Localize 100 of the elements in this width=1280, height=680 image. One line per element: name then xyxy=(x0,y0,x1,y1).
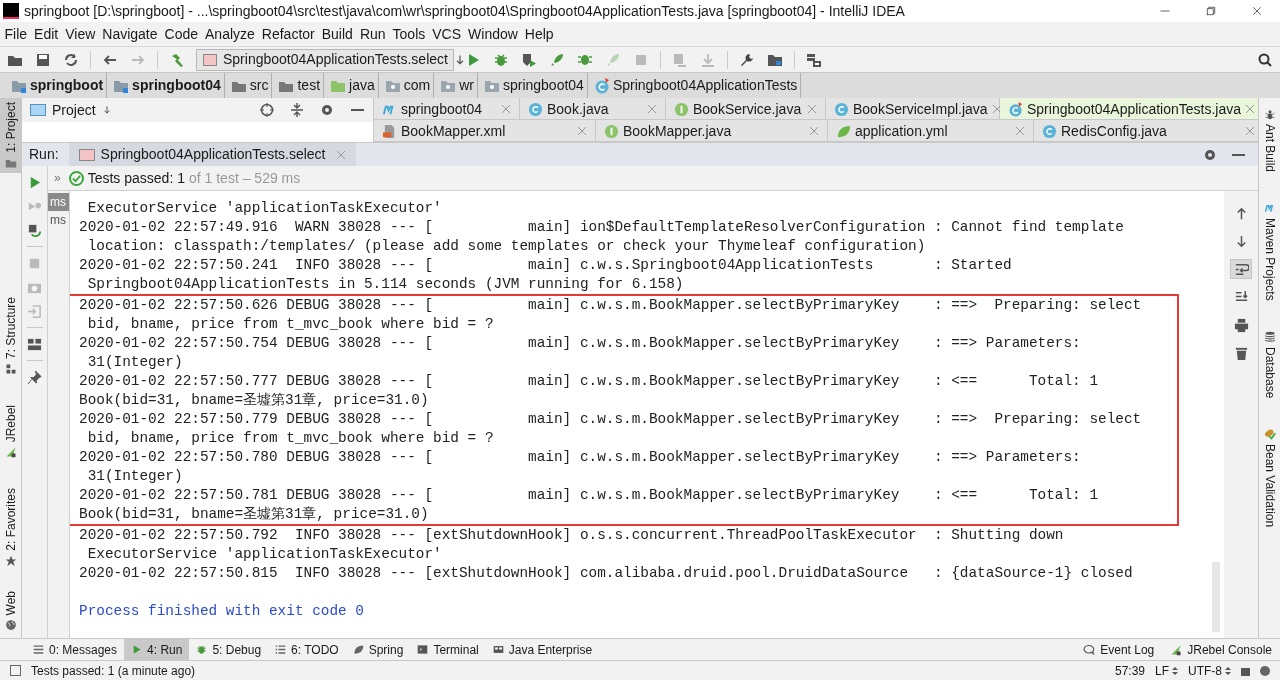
test-toggle-button[interactable] xyxy=(26,222,43,238)
project-view-dropdown[interactable]: Project xyxy=(30,99,112,121)
editor-tab[interactable]: Book.java xyxy=(520,98,666,119)
menu-item[interactable]: Run xyxy=(356,23,390,45)
tool-window-tab[interactable]: 5: Debug xyxy=(189,638,269,661)
close-icon[interactable] xyxy=(1015,126,1025,136)
soft-wrap-icon xyxy=(1233,261,1249,277)
side-tool-tab[interactable]: 1: Project xyxy=(0,98,21,173)
chat-bubble-icon xyxy=(1083,643,1096,656)
side-tool-tab[interactable]: JRebel xyxy=(0,400,21,463)
scrollbar-thumb[interactable] xyxy=(1212,562,1220,632)
console-line: 2020-01-02 22:57:50.780 DEBUG 38028 --- [ main] c.w.s.m.BookMapper.selectByPrimaryKey : ==> Parameters: xyxy=(79,448,1082,467)
tool-window-tab[interactable]: 0: Messages xyxy=(26,638,125,661)
crosshair-button[interactable] xyxy=(259,102,275,118)
menu-item[interactable]: Analyze xyxy=(201,23,259,45)
menu-item[interactable]: View xyxy=(61,23,99,45)
editor-tab[interactable]: BookService.java xyxy=(666,98,826,119)
class-icon xyxy=(593,77,610,94)
console-line: Process finished with exit code 0 xyxy=(79,602,365,621)
gear-button[interactable] xyxy=(319,102,335,118)
breadcrumb-item[interactable]: Springboot04ApplicationTests xyxy=(612,75,798,96)
run-tab[interactable]: Springboot04ApplicationTests.select xyxy=(68,143,356,166)
menu-item[interactable]: File xyxy=(1,23,31,45)
close-icon[interactable] xyxy=(577,126,587,136)
close-icon[interactable] xyxy=(809,126,819,136)
editor-tab[interactable]: RedisConfig.java xyxy=(1034,120,1258,141)
shield-play-icon xyxy=(521,51,537,68)
editor-tab[interactable]: Springboot04ApplicationTests.java xyxy=(1000,98,1258,119)
menu-item[interactable]: Edit xyxy=(30,23,62,45)
bug-icon xyxy=(196,644,208,655)
tool-window-tab[interactable]: 4: Run xyxy=(124,638,190,661)
tool-window-tab[interactable]: Spring xyxy=(345,638,411,661)
tool-window-tab[interactable]: Java Enterprise xyxy=(485,638,600,661)
console-line: Book(bid=31, bname=圣墟第31章, price=31.0) xyxy=(79,505,430,524)
test-tree-item[interactable]: ms xyxy=(48,211,69,229)
tool-window-tab[interactable]: 6: TODO xyxy=(268,638,346,661)
editor-tab[interactable]: application.yml xyxy=(828,120,1034,141)
console-line: 31(Integer) xyxy=(86,467,184,486)
editor-tab[interactable]: BookMapper.java xyxy=(596,120,828,141)
layout-button[interactable] xyxy=(26,336,43,352)
side-tool-tab[interactable]: Maven Projects xyxy=(1259,202,1280,301)
editor-tab[interactable]: BookServiceImpl.java xyxy=(826,98,1000,119)
breadcrumb-item[interactable]: test xyxy=(297,75,321,96)
side-tool-tab[interactable]: Bean Validation xyxy=(1259,428,1280,528)
tool-window-tab[interactable]: Event Log xyxy=(1075,638,1163,661)
collapse-button[interactable] xyxy=(289,102,305,118)
breadcrumb-item[interactable]: com xyxy=(403,75,431,96)
breadcrumb-item[interactable]: springboot xyxy=(30,75,104,96)
stack-icon xyxy=(806,51,822,68)
menu-item[interactable]: VCS xyxy=(428,23,465,45)
encoding-selector[interactable]: UTF-8 xyxy=(1188,661,1231,680)
side-tool-tab[interactable]: 7: Structure xyxy=(0,292,21,379)
breadcrumb-item[interactable]: springboot04 xyxy=(132,75,221,96)
bean-check-icon xyxy=(1263,428,1276,441)
menu-item[interactable]: Tools xyxy=(389,23,429,45)
side-tool-tab[interactable]: Web xyxy=(0,586,21,636)
console-line: 2020-01-02 22:57:49.916 WARN 38028 --- [ main] ion$DefaultTemplateResolverConfiguration : Cannot find template xyxy=(79,218,1125,237)
window-icon xyxy=(30,104,46,116)
breadcrumb-item[interactable]: springboot04 xyxy=(502,75,584,96)
console-line: bid, bname, price from t_mvc_book where bid = ? xyxy=(86,315,495,334)
tool-window-tab[interactable]: Terminal xyxy=(410,638,486,661)
close-icon[interactable] xyxy=(335,149,346,160)
close-icon[interactable] xyxy=(807,104,817,114)
close-icon[interactable] xyxy=(1245,126,1255,136)
line-separator-selector[interactable]: LF xyxy=(1155,661,1178,680)
class-icon xyxy=(1042,123,1057,139)
cursor-position[interactable]: 57:39 xyxy=(1114,661,1145,680)
menu-item[interactable]: Refactor xyxy=(258,23,319,45)
test-summary: of 1 test – 529 ms xyxy=(188,168,301,188)
console-line: 2020-01-02 22:57:50.754 DEBUG 38028 --- [ main] c.w.s.m.BookMapper.selectByPrimaryKey : ==> Parameters: xyxy=(79,334,1082,353)
panel-title: Run: xyxy=(29,145,59,164)
menu-item[interactable]: Code xyxy=(161,23,202,45)
side-tool-tab[interactable]: Database xyxy=(1259,330,1280,399)
status-message: Tests passed: 1 (a minute ago) xyxy=(31,662,196,680)
play-icon xyxy=(131,644,143,655)
breadcrumb-item[interactable]: java xyxy=(349,75,375,96)
leaf-icon xyxy=(352,644,364,655)
side-tool-tab[interactable]: Ant Build xyxy=(1259,108,1280,173)
tool-window-tab[interactable]: JRebel Console xyxy=(1162,638,1280,661)
editor-tab[interactable]: BookMapper.xml xyxy=(374,120,596,141)
menu-item[interactable]: Navigate xyxy=(98,23,162,45)
panel-toggle-icon[interactable] xyxy=(10,665,21,676)
menu-item[interactable]: Window xyxy=(464,23,522,45)
import-icon xyxy=(27,303,42,319)
close-icon[interactable] xyxy=(647,104,657,114)
close-icon[interactable] xyxy=(1245,104,1256,114)
editor-tab[interactable]: springboot04 xyxy=(374,98,520,119)
expand-toggle[interactable]: » xyxy=(54,169,61,187)
side-tool-tab[interactable]: 2: Favorites xyxy=(0,484,21,571)
structure-icon xyxy=(4,362,17,375)
layout-icon xyxy=(27,336,42,352)
menu-item[interactable]: Help xyxy=(521,23,558,45)
breadcrumb-item[interactable]: src xyxy=(249,75,269,96)
menu-item[interactable]: Build xyxy=(318,23,357,45)
close-icon[interactable] xyxy=(991,104,1002,114)
close-icon[interactable] xyxy=(501,104,511,114)
console-line: 2020-01-02 22:57:50.779 DEBUG 38028 --- [ main] c.w.s.m.BookMapper.selectByPrimaryKey : ==> Preparing: select xyxy=(79,410,1143,429)
breadcrumb-item[interactable]: wr xyxy=(459,75,474,96)
soft-wrap-button[interactable] xyxy=(1230,259,1252,279)
pin-button[interactable] xyxy=(26,369,43,385)
